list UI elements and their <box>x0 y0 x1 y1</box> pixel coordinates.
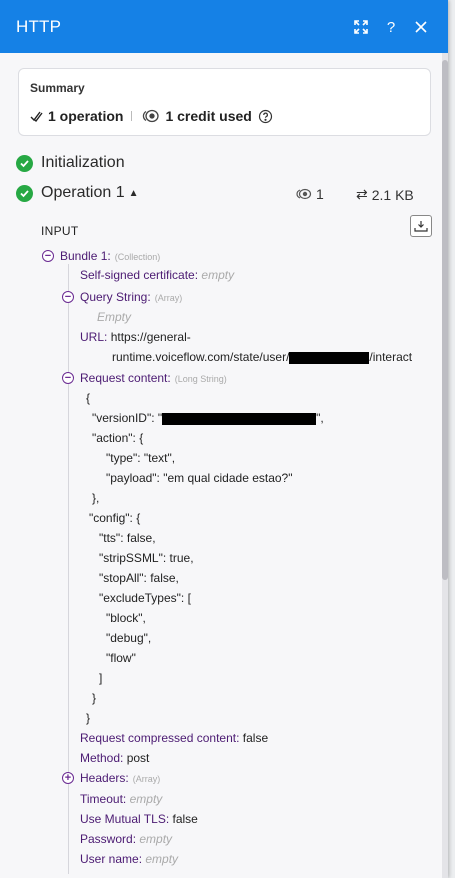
expand-icon[interactable] <box>346 15 376 39</box>
json-line: "versionID": " ", <box>92 411 324 425</box>
json-line: "flow" <box>106 651 136 665</box>
scrollbar-thumb[interactable] <box>442 60 448 580</box>
use-mutual-tls-row: Use Mutual TLS: false <box>80 812 198 826</box>
json-line: { <box>86 391 91 405</box>
request-content-row: Request content: (Long String) <box>80 371 227 385</box>
collapse-request-content-toggle[interactable]: − <box>62 372 74 384</box>
timeout-row: Timeout: empty <box>80 792 163 806</box>
initialization-label: Initialization <box>41 154 125 171</box>
operations-count: 1 operation <box>48 108 124 124</box>
help-circle-icon[interactable] <box>258 109 273 124</box>
headers-row: Headers: (Array) <box>80 771 161 785</box>
self-signed-certificate-row: Self-signed certificate: empty <box>80 268 235 282</box>
summary-title: Summary <box>30 81 85 95</box>
json-line: "stopAll": false, <box>99 571 179 585</box>
json-line: "block", <box>106 611 146 625</box>
success-check-icon <box>16 154 33 172</box>
query-string-row: Query String: (Array) <box>80 290 183 304</box>
json-line: "config": { <box>89 511 141 525</box>
query-string-empty: Empty <box>97 310 132 324</box>
step-initialization[interactable]: Initialization <box>16 154 125 172</box>
help-icon[interactable]: ? <box>376 15 406 39</box>
operation-ops: 1 <box>296 186 324 202</box>
operation-size-value: 2.1 KB <box>371 186 414 203</box>
json-line: } <box>86 711 91 725</box>
success-check-icon <box>16 184 33 202</box>
user-name-row: User name: empty <box>80 852 179 866</box>
json-line: "debug", <box>106 631 152 645</box>
json-line: } <box>92 691 97 705</box>
json-line: "type": "text", <box>106 451 176 465</box>
input-heading: INPUT <box>41 224 79 238</box>
json-line: ] <box>99 671 103 685</box>
panel-header: HTTP ? <box>0 0 448 53</box>
url-row: URL: https://general- <box>80 330 191 344</box>
json-line: "tts": false, <box>99 531 156 545</box>
method-row: Method: post <box>80 751 150 765</box>
credit-icon <box>140 109 160 123</box>
collapse-query-string-toggle[interactable]: − <box>62 291 74 303</box>
operation-size: ⇄ 2.1 KB <box>356 186 414 203</box>
json-line: "stripSSML": true, <box>99 551 194 565</box>
json-line: }, <box>92 491 100 505</box>
operation-label: Operation 1 <box>41 184 125 201</box>
json-line: "action": { <box>92 431 144 445</box>
expand-headers-toggle[interactable]: + <box>62 772 74 784</box>
download-button[interactable] <box>410 215 432 237</box>
url-row-continued: runtime.voiceflow.com/state/user//intera… <box>112 350 413 364</box>
step-operation-1[interactable]: Operation 1 ▲ <box>16 184 139 202</box>
operation-ops-count: 1 <box>316 186 324 202</box>
bundle-row: Bundle 1: (Collection) <box>60 249 161 263</box>
credits-used: 1 credit used <box>165 108 252 124</box>
caret-up-icon[interactable]: ▲ <box>129 188 139 199</box>
redacted-block <box>289 351 370 364</box>
panel-title: HTTP <box>16 16 62 36</box>
double-check-icon <box>30 111 43 122</box>
transfer-icon: ⇄ <box>356 186 368 202</box>
close-icon[interactable] <box>406 15 436 39</box>
json-line: "payload": "em qual cidade estao?" <box>106 471 293 485</box>
password-row: Password: empty <box>80 832 173 846</box>
http-inspector-panel: HTTP ? Summary 1 operation 1 credit used… <box>0 0 448 878</box>
json-line: "excludeTypes": [ <box>99 591 191 605</box>
request-compressed-row: Request compressed content: false <box>80 731 269 745</box>
summary-card: Summary 1 operation 1 credit used <box>18 68 431 136</box>
redacted-block <box>162 412 317 425</box>
collapse-bundle-toggle[interactable]: − <box>42 250 54 262</box>
